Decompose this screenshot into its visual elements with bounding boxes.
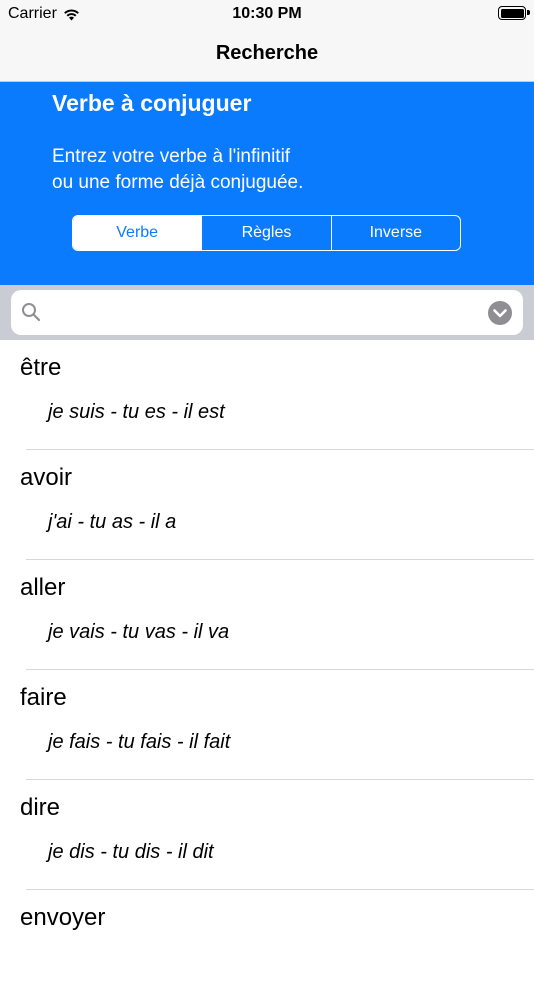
search-header: Verbe à conjuguer Entrez votre verbe à l…	[0, 82, 534, 285]
verb-infinitive: dire	[20, 794, 61, 821]
verb-forms: je vais - tu vas - il va	[48, 621, 230, 643]
search-mode-control: Verbe Règles Inverse	[72, 215, 461, 251]
description-line-2: ou une forme déjà conjuguée.	[52, 172, 304, 193]
status-bar: Carrier 10:30 PM	[0, 0, 534, 28]
search-field-container	[11, 290, 523, 337]
tab-inverse[interactable]: Inverse	[330, 216, 460, 250]
verb-row-etre[interactable]: être je suis - tu es - il est	[0, 340, 534, 450]
search-icon	[22, 303, 41, 322]
verb-infinitive: aller	[20, 574, 66, 601]
verb-forms: j'ai - tu as - il a	[48, 511, 177, 533]
verb-infinitive: envoyer	[20, 904, 106, 931]
verb-infinitive: faire	[20, 684, 67, 711]
navigation-bar: Recherche	[0, 28, 534, 82]
verb-row-dire[interactable]: dire je dis - tu dis - il dit	[0, 780, 534, 890]
verb-row-envoyer[interactable]: envoyer	[0, 890, 534, 1000]
verb-infinitive: être	[20, 354, 62, 381]
chevron-down-icon[interactable]	[488, 301, 512, 325]
verb-forms: je suis - tu es - il est	[48, 401, 225, 423]
verb-infinitive: avoir	[20, 464, 73, 491]
verb-forms: je fais - tu fais - il fait	[48, 731, 231, 753]
verb-list: être je suis - tu es - il est avoir j'ai…	[0, 340, 534, 1000]
tab-verbe[interactable]: Verbe	[73, 216, 202, 250]
verb-row-aller[interactable]: aller je vais - tu vas - il va	[0, 560, 534, 670]
verb-row-avoir[interactable]: avoir j'ai - tu as - il a	[0, 450, 534, 560]
battery-icon	[498, 6, 530, 20]
search-bar	[0, 285, 534, 340]
status-time: 10:30 PM	[232, 5, 302, 22]
search-input[interactable]	[51, 290, 485, 337]
page-title: Recherche	[215, 42, 319, 64]
description-line-1: Entrez votre verbe à l'infinitif	[52, 146, 291, 167]
verb-forms: je dis - tu dis - il dit	[48, 841, 214, 863]
verb-row-faire[interactable]: faire je fais - tu fais - il fait	[0, 670, 534, 780]
header-description: Entrez votre verbe à l'infinitif ou une …	[52, 144, 492, 196]
header-title: Verbe à conjuguer	[52, 90, 252, 116]
tab-regles[interactable]: Règles	[201, 216, 330, 250]
